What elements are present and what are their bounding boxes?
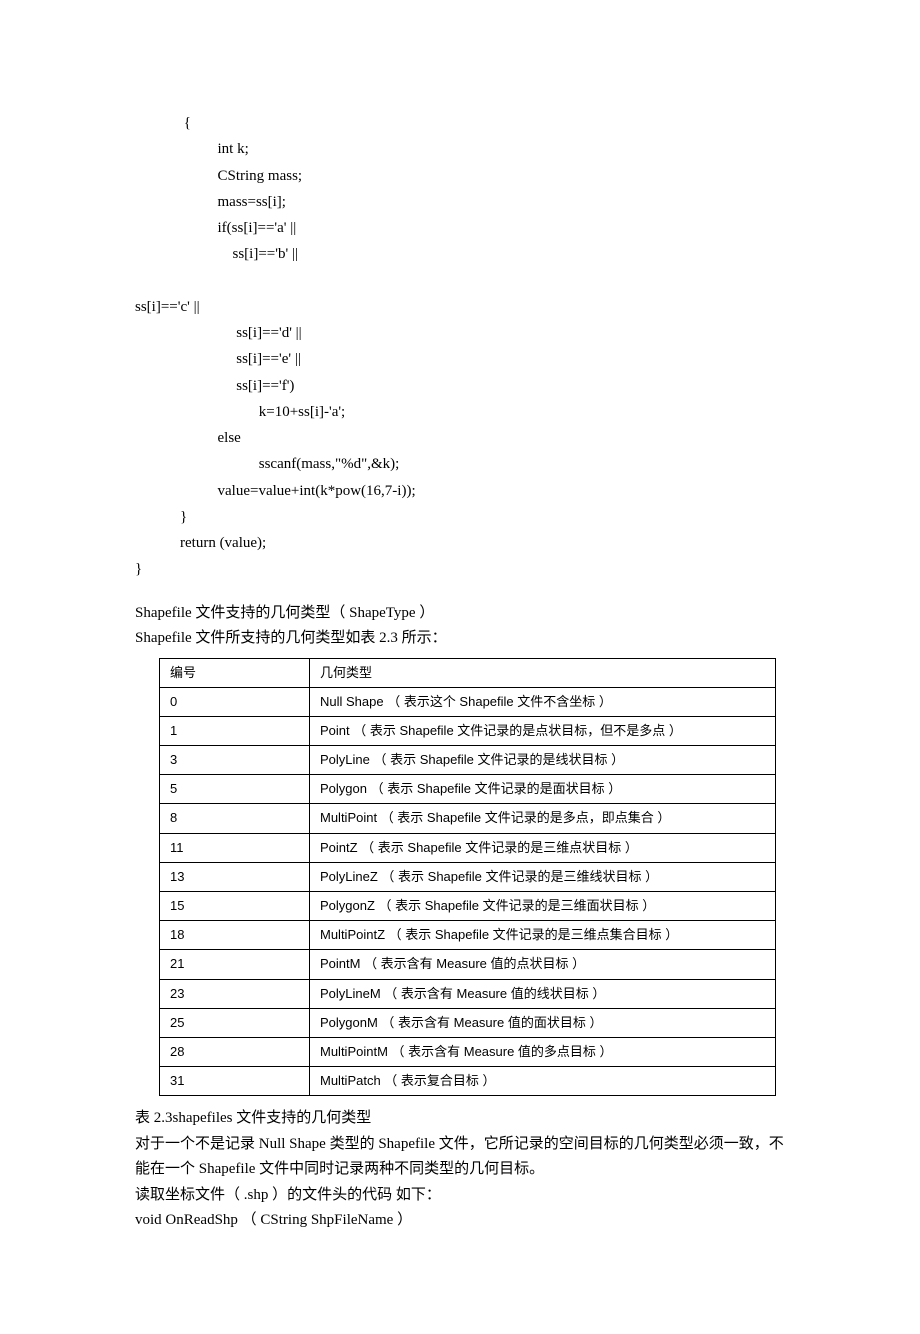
paragraph-function-signature: void OnReadShp （ CString ShpFileName ） — [135, 1208, 790, 1234]
table-cell-id: 15 — [160, 892, 310, 921]
table-cell-desc: MultiPoint （ 表示 Shapefile 文件记录的是多点，即点集合 … — [310, 804, 776, 833]
table-header-desc: 几何类型 — [310, 658, 776, 687]
table-cell-id: 0 — [160, 687, 310, 716]
table-header-row: 编号 几何类型 — [160, 658, 776, 687]
table-cell-desc: PolyLineM （ 表示含有 Measure 值的线状目标 ） — [310, 979, 776, 1008]
table-cell-id: 23 — [160, 979, 310, 1008]
table-row: 8MultiPoint （ 表示 Shapefile 文件记录的是多点，即点集合… — [160, 804, 776, 833]
table-cell-desc: PolyLine （ 表示 Shapefile 文件记录的是线状目标 ） — [310, 746, 776, 775]
table-row: 18MultiPointZ （ 表示 Shapefile 文件记录的是三维点集合… — [160, 921, 776, 950]
paragraph-shapetype-intro: Shapefile 文件支持的几何类型（ ShapeType ） — [135, 601, 790, 627]
paragraph-constraint: 对于一个不是记录 Null Shape 类型的 Shapefile 文件，它所记… — [135, 1132, 790, 1183]
table-cell-desc: PolygonM （ 表示含有 Measure 值的面状目标 ） — [310, 1008, 776, 1037]
table-cell-desc: PolyLineZ （ 表示 Shapefile 文件记录的是三维线状目标 ） — [310, 862, 776, 891]
code-snippet: { int k; CString mass; mass=ss[i]; if(ss… — [135, 110, 790, 583]
table-header-id: 编号 — [160, 658, 310, 687]
table-cell-desc: PointZ （ 表示 Shapefile 文件记录的是三维点状目标 ） — [310, 833, 776, 862]
table-row: 5Polygon （ 表示 Shapefile 文件记录的是面状目标 ） — [160, 775, 776, 804]
table-row: 23PolyLineM （ 表示含有 Measure 值的线状目标 ） — [160, 979, 776, 1008]
table-cell-id: 31 — [160, 1067, 310, 1096]
table-row: 3PolyLine （ 表示 Shapefile 文件记录的是线状目标 ） — [160, 746, 776, 775]
table-row: 1Point （ 表示 Shapefile 文件记录的是点状目标，但不是多点 ） — [160, 716, 776, 745]
table-row: 31MultiPatch （ 表示复合目标 ） — [160, 1067, 776, 1096]
table-cell-id: 13 — [160, 862, 310, 891]
table-row: 15PolygonZ （ 表示 Shapefile 文件记录的是三维面状目标 ） — [160, 892, 776, 921]
table-cell-id: 21 — [160, 950, 310, 979]
table-cell-desc: PointM （ 表示含有 Measure 值的点状目标 ） — [310, 950, 776, 979]
table-cell-id: 1 — [160, 716, 310, 745]
table-cell-id: 18 — [160, 921, 310, 950]
shapetype-table: 编号 几何类型 0Null Shape （ 表示这个 Shapefile 文件不… — [159, 658, 776, 1097]
document-page: { int k; CString mass; mass=ss[i]; if(ss… — [0, 0, 920, 1334]
table-row: 28MultiPointM （ 表示含有 Measure 值的多点目标 ） — [160, 1037, 776, 1066]
table-cell-desc: MultiPointM （ 表示含有 Measure 值的多点目标 ） — [310, 1037, 776, 1066]
paragraph-code-intro: 读取坐标文件（ .shp ）的文件头的代码 如下： — [135, 1183, 790, 1209]
table-cell-id: 25 — [160, 1008, 310, 1037]
paragraph-table-intro: Shapefile 文件所支持的几何类型如表 2.3 所示： — [135, 626, 790, 652]
table-cell-desc: Point （ 表示 Shapefile 文件记录的是点状目标，但不是多点 ） — [310, 716, 776, 745]
table-cell-desc: MultiPatch （ 表示复合目标 ） — [310, 1067, 776, 1096]
table-row: 13PolyLineZ （ 表示 Shapefile 文件记录的是三维线状目标 … — [160, 862, 776, 891]
table-cell-id: 5 — [160, 775, 310, 804]
table-row: 21PointM （ 表示含有 Measure 值的点状目标 ） — [160, 950, 776, 979]
table-cell-desc: PolygonZ （ 表示 Shapefile 文件记录的是三维面状目标 ） — [310, 892, 776, 921]
table-cell-id: 11 — [160, 833, 310, 862]
table-cell-id: 8 — [160, 804, 310, 833]
table-body: 0Null Shape （ 表示这个 Shapefile 文件不含坐标 ）1Po… — [160, 687, 776, 1096]
table-row: 11PointZ （ 表示 Shapefile 文件记录的是三维点状目标 ） — [160, 833, 776, 862]
table-row: 25PolygonM （ 表示含有 Measure 值的面状目标 ） — [160, 1008, 776, 1037]
table-cell-id: 28 — [160, 1037, 310, 1066]
table-cell-desc: MultiPointZ （ 表示 Shapefile 文件记录的是三维点集合目标… — [310, 921, 776, 950]
table-cell-desc: Null Shape （ 表示这个 Shapefile 文件不含坐标 ） — [310, 687, 776, 716]
table-caption: 表 2.3shapefiles 文件支持的几何类型 — [135, 1106, 790, 1132]
table-row: 0Null Shape （ 表示这个 Shapefile 文件不含坐标 ） — [160, 687, 776, 716]
table-cell-desc: Polygon （ 表示 Shapefile 文件记录的是面状目标 ） — [310, 775, 776, 804]
table-cell-id: 3 — [160, 746, 310, 775]
